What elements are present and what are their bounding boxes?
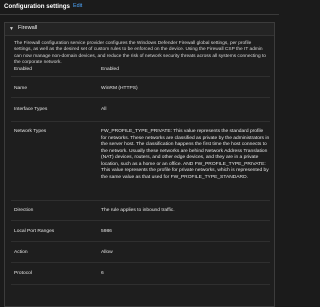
setting-label: Interface Types [14,107,48,113]
edit-link[interactable]: Edit [73,3,82,10]
section-description: The Firewall configuration service provi… [14,41,266,65]
setting-value: 6 [101,271,104,277]
setting-value: FW_PROFILE_TYPE_PRIVATE: This value repr… [101,129,270,180]
row-divider [11,76,270,78]
setting-label: Local Port Ranges [14,229,55,235]
chevron-down-icon[interactable]: ▼ [9,26,15,33]
setting-value: The rule applies to inbound traffic. [101,208,175,214]
setting-value: All [101,107,107,113]
setting-label: Name [14,86,28,92]
row-divider [11,241,270,243]
setting-label: Direction [14,208,34,214]
setting-label: Protocol [14,271,32,277]
firewall-section: ▼ Firewall The Firewall configuration se… [4,22,275,307]
row-divider [11,121,270,123]
setting-label: Enabled [14,67,32,73]
row-divider [11,284,270,286]
setting-value: Enabled [101,67,119,73]
row-divider [11,220,270,222]
setting-value: 5986 [101,229,112,235]
row-divider [11,97,270,99]
setting-label: Network Types [14,129,47,135]
firewall-section-header[interactable]: ▼ Firewall [5,23,274,36]
page-title: Configuration settings [4,2,70,10]
page-header: Configuration settings Edit [0,0,279,15]
setting-label: Action [14,250,28,256]
row-divider [11,262,270,264]
section-title: Firewall [18,25,38,32]
setting-value: Allow [101,250,113,256]
setting-value: WinRM (HTTPS) [101,86,138,92]
row-divider [11,200,270,202]
